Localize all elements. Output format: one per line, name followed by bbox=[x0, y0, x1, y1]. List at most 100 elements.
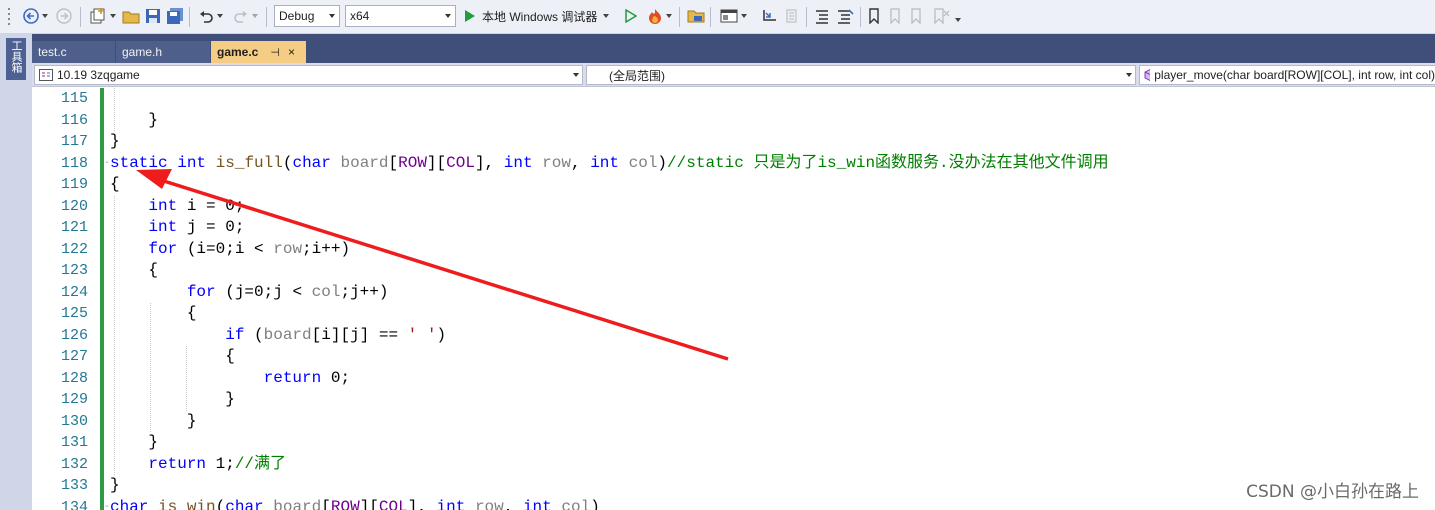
line-number: 127 bbox=[60, 348, 88, 365]
code-text: { bbox=[110, 261, 159, 279]
code-text: { bbox=[110, 304, 197, 322]
window-layout-icon[interactable] bbox=[716, 5, 750, 27]
code-text: } bbox=[110, 132, 120, 150]
toolbar-separator bbox=[860, 7, 861, 27]
code-text: return 0; bbox=[263, 368, 351, 387]
tab-label: test.c bbox=[38, 45, 67, 59]
code-line[interactable]: 129 } bbox=[32, 389, 1435, 411]
project-icon bbox=[39, 69, 53, 81]
start-debugging-button[interactable]: 本地 Windows 调试器 bbox=[462, 5, 618, 27]
tab-test-c[interactable]: test.c bbox=[32, 41, 115, 63]
code-text: } bbox=[110, 433, 159, 451]
save-icon[interactable] bbox=[143, 5, 163, 27]
platform-value: x64 bbox=[350, 9, 370, 23]
comment-lines-icon[interactable] bbox=[812, 5, 832, 27]
code-line[interactable]: 120 int i = 0; bbox=[32, 196, 1435, 218]
line-number: 121 bbox=[60, 219, 88, 236]
back-icon[interactable] bbox=[22, 5, 48, 27]
code-line[interactable]: 122 for (i=0;i < row;i++) bbox=[32, 239, 1435, 261]
step-into-icon[interactable] bbox=[760, 5, 780, 27]
toolbox-strip: 工具箱 bbox=[0, 34, 32, 510]
scope-value: (全局范围) bbox=[609, 68, 665, 83]
toolbox-label: 工具箱 bbox=[10, 40, 22, 73]
code-text: if (board[i][j] == ' ') bbox=[225, 325, 447, 344]
code-line[interactable]: 123 { bbox=[32, 260, 1435, 282]
code-text: } bbox=[110, 411, 197, 430]
line-number: 132 bbox=[60, 455, 88, 473]
clear-bookmarks-icon[interactable] bbox=[930, 5, 952, 27]
code-line[interactable]: 134- char is_win(char board[ROW][COL], in… bbox=[32, 497, 1435, 510]
code-line[interactable]: 124 for (j=0;j < col;j++) bbox=[32, 282, 1435, 304]
solution-configuration-select[interactable]: Debug bbox=[274, 5, 340, 27]
start-without-debugging-icon[interactable] bbox=[621, 5, 639, 27]
line-number: 126 bbox=[60, 326, 88, 344]
project-value: 10.19 3zqgame bbox=[57, 68, 140, 82]
code-line[interactable]: 127 { bbox=[32, 346, 1435, 368]
toolbar-separator bbox=[266, 7, 267, 27]
code-text: static int is_full(char board[ROW][COL],… bbox=[110, 153, 1109, 172]
member-value: player_move(char board[ROW][COL], int ro… bbox=[1154, 68, 1435, 82]
tab-game-c[interactable]: game.c ⊣ × bbox=[211, 41, 306, 63]
watermark: CSDN @小白孙在路上 bbox=[1246, 482, 1419, 502]
code-text: for (j=0;j < col;j++) bbox=[186, 282, 389, 301]
uncomment-lines-icon[interactable] bbox=[834, 5, 856, 27]
code-line[interactable]: 126 if (board[i][j] == ' ') bbox=[32, 325, 1435, 347]
code-line[interactable]: 133} bbox=[32, 475, 1435, 497]
previous-bookmark-icon[interactable] bbox=[886, 5, 904, 27]
next-bookmark-icon[interactable] bbox=[907, 5, 925, 27]
undo-icon[interactable] bbox=[195, 5, 225, 27]
project-select[interactable]: 10.19 3zqgame bbox=[34, 65, 583, 85]
solution-platform-select[interactable]: x64 bbox=[345, 5, 456, 27]
open-folder-icon[interactable] bbox=[121, 5, 141, 27]
code-line[interactable]: 117} bbox=[32, 131, 1435, 153]
code-line[interactable]: 128 return 0; bbox=[32, 368, 1435, 390]
code-text: char is_win(char board[ROW][COL], int ro… bbox=[110, 497, 600, 510]
code-line[interactable]: 116 } bbox=[32, 110, 1435, 132]
line-number: 131 bbox=[60, 434, 88, 451]
line-number: 118 bbox=[60, 154, 88, 172]
code-text: { bbox=[110, 347, 235, 365]
line-number: 117 bbox=[60, 133, 88, 150]
code-text: for (i=0;i < row;i++) bbox=[148, 239, 351, 258]
code-line[interactable]: 121 int j = 0; bbox=[32, 217, 1435, 239]
bookmark-icon[interactable] bbox=[865, 5, 883, 27]
code-line[interactable]: 119 { bbox=[32, 174, 1435, 196]
line-number: 129 bbox=[60, 391, 88, 408]
scope-select[interactable]: (全局范围) bbox=[586, 65, 1136, 85]
document-tab-bar: test.c game.h game.c ⊣ × bbox=[32, 34, 1435, 63]
line-number: 119 bbox=[60, 176, 88, 193]
toolbar-grip bbox=[6, 5, 14, 27]
tab-label: game.h bbox=[122, 45, 163, 59]
close-tab-icon[interactable]: × bbox=[288, 45, 295, 59]
code-text: } bbox=[110, 390, 235, 408]
new-project-icon[interactable] bbox=[87, 5, 117, 27]
save-all-icon[interactable] bbox=[165, 5, 185, 27]
toolbar-separator bbox=[806, 7, 807, 27]
forward-icon[interactable] bbox=[55, 5, 73, 27]
browse-folder-icon[interactable] bbox=[685, 5, 707, 27]
method-icon bbox=[1144, 68, 1151, 82]
code-line[interactable]: 115 bbox=[32, 88, 1435, 110]
code-editor[interactable]: 115 116 } 117} 118- static int is_full(char … bbox=[32, 88, 1435, 510]
line-number: 122 bbox=[60, 240, 88, 258]
indent-guide bbox=[114, 88, 115, 131]
toolbar-overflow-icon[interactable] bbox=[953, 5, 963, 27]
line-number: 116 bbox=[60, 111, 88, 129]
redo-icon[interactable] bbox=[230, 5, 260, 27]
step-out-icon[interactable] bbox=[782, 5, 802, 27]
line-number: 130 bbox=[60, 412, 88, 430]
indent-guide bbox=[150, 303, 151, 432]
hot-reload-icon[interactable] bbox=[644, 5, 674, 27]
tab-game-h[interactable]: game.h bbox=[116, 41, 210, 63]
code-line[interactable]: 130 } bbox=[32, 411, 1435, 433]
code-line[interactable]: 125 { bbox=[32, 303, 1435, 325]
line-number: 133 bbox=[60, 477, 88, 494]
member-select[interactable]: player_move(char board[ROW][COL], int ro… bbox=[1139, 65, 1435, 85]
code-line[interactable]: 131 } bbox=[32, 432, 1435, 454]
navigation-bar: 10.19 3zqgame (全局范围) player_move(char bo… bbox=[32, 63, 1435, 87]
code-line[interactable]: 132 return 1;//满了 bbox=[32, 454, 1435, 476]
pin-tab-icon[interactable]: ⊣ bbox=[270, 46, 280, 59]
code-text: } bbox=[110, 476, 120, 494]
code-line[interactable]: 118- static int is_full(char board[ROW][C… bbox=[32, 153, 1435, 175]
main-toolbar: Debug x64 本地 Windows 调试器 bbox=[0, 0, 1435, 34]
